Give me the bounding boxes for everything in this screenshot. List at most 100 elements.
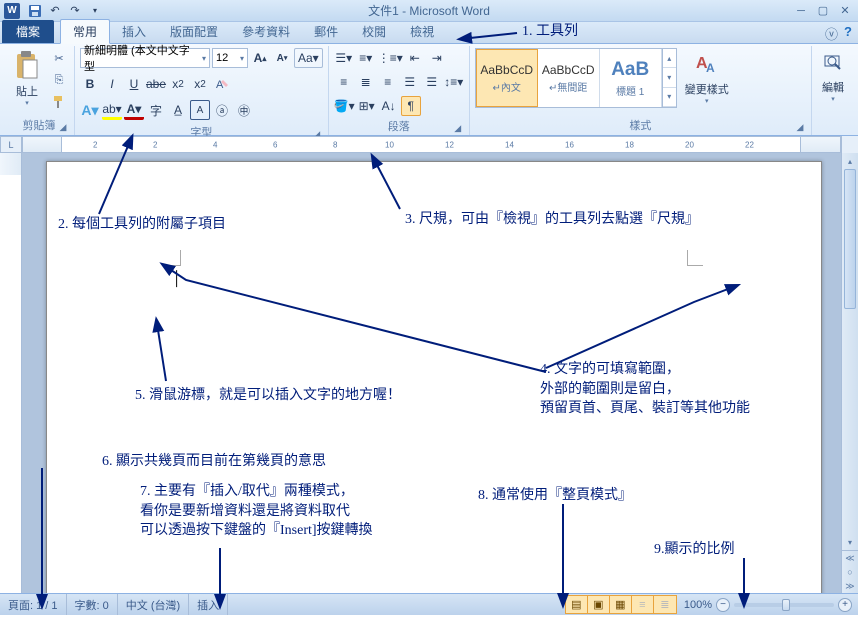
scroll-thumb[interactable] (844, 169, 856, 309)
sort-button[interactable]: A↓ (379, 96, 399, 116)
zoom-thumb[interactable] (782, 599, 790, 611)
line-spacing-button[interactable]: ↕≡▾ (444, 72, 464, 92)
status-words[interactable]: 字數: 0 (67, 594, 118, 615)
horizontal-ruler[interactable]: 22 46 810 1214 1618 2022 (22, 136, 841, 153)
text-effects-button[interactable]: A▾ (80, 100, 100, 120)
change-case-button[interactable]: Aa▾ (294, 48, 323, 68)
circle-char-button[interactable]: ㊥ (234, 100, 254, 120)
paste-button[interactable]: 貼上 ▾ (9, 48, 45, 109)
browse-object-icon[interactable]: ○ (842, 565, 858, 579)
align-center-button[interactable]: ≣ (356, 72, 376, 92)
styles-launcher-icon[interactable]: ◢ (794, 122, 806, 134)
tab-layout[interactable]: 版面配置 (158, 20, 230, 43)
status-language[interactable]: 中文 (台灣) (118, 594, 189, 615)
web-view-button[interactable]: ▦ (610, 596, 632, 614)
bold-button[interactable]: B (80, 74, 100, 94)
zoom-slider[interactable] (734, 603, 834, 607)
next-page-icon[interactable]: ≫ (842, 579, 858, 593)
strikethrough-button[interactable]: abe (146, 74, 166, 94)
file-tab[interactable]: 檔案 (2, 20, 54, 43)
zoom-controls: 100% − + (678, 594, 858, 615)
tab-insert[interactable]: 插入 (110, 20, 158, 43)
ruler-row: L 22 46 810 1214 1618 2022 (0, 136, 858, 153)
help-icon[interactable]: ? (844, 24, 852, 43)
multilevel-button[interactable]: ⋮≡▾ (378, 48, 403, 68)
superscript-button[interactable]: x2 (190, 74, 210, 94)
tab-mailings[interactable]: 郵件 (302, 20, 350, 43)
grow-font-button[interactable]: A▴ (250, 48, 270, 68)
copy-button[interactable]: ⎘ (49, 70, 69, 90)
scroll-up-icon[interactable]: ▴ (842, 153, 858, 169)
increase-indent-button[interactable]: ⇥ (427, 48, 447, 68)
status-insert-mode[interactable]: 插入 (189, 594, 228, 615)
highlight-button[interactable]: ab▾ (102, 100, 122, 120)
ribbon-body: 貼上 ▾ ✂ ⎘ 剪貼簿◢ 新細明體 (本文中文字型▾ 12▾ A▴ A▾ Aa… (0, 44, 858, 136)
tab-review[interactable]: 校閱 (350, 20, 398, 43)
outline-view-button[interactable]: ≡ (632, 596, 654, 614)
char-shading-button[interactable]: 字 (146, 100, 166, 120)
enclose-char-button[interactable]: A̲ (168, 100, 188, 120)
align-right-button[interactable]: ≡ (378, 72, 398, 92)
cut-button[interactable]: ✂ (49, 48, 69, 68)
scroll-down-icon[interactable]: ▾ (842, 534, 858, 550)
justify-button[interactable]: ☰ (400, 72, 420, 92)
page[interactable]: │ (46, 161, 822, 593)
draft-view-button[interactable]: ≣ (654, 596, 676, 614)
style-item-normal[interactable]: AaBbCcD ↵內文 (476, 49, 538, 107)
shading-button[interactable]: 🪣▾ (334, 96, 355, 116)
ruler-corner[interactable]: L (0, 136, 22, 153)
tab-references[interactable]: 參考資料 (230, 20, 302, 43)
zoom-in-button[interactable]: + (838, 598, 852, 612)
print-layout-view-button[interactable]: ▤ (566, 596, 588, 614)
status-spacer (228, 594, 564, 615)
numbering-button[interactable]: ≡▾ (356, 48, 376, 68)
svg-text:A: A (706, 61, 715, 75)
borders-button[interactable]: ⊞▾ (357, 96, 377, 116)
vertical-ruler[interactable] (0, 153, 22, 593)
vertical-scrollbar[interactable]: ▴ ▾ ≪ ○ ≫ (841, 153, 858, 593)
font-color-button[interactable]: A▾ (124, 100, 144, 120)
tab-home[interactable]: 常用 (60, 19, 110, 44)
clipboard-launcher-icon[interactable]: ◢ (57, 122, 69, 134)
zoom-out-button[interactable]: − (716, 598, 730, 612)
font-name-combo[interactable]: 新細明體 (本文中文字型▾ (80, 48, 210, 68)
paragraph-launcher-icon[interactable]: ◢ (452, 123, 464, 135)
subscript-button[interactable]: x2 (168, 74, 188, 94)
style-item-heading1[interactable]: AaB 標題 1 (600, 49, 662, 107)
style-preview: AaBbCcD (480, 63, 533, 77)
zoom-percent[interactable]: 100% (684, 599, 712, 611)
paste-label: 貼上 (16, 83, 38, 99)
show-marks-button[interactable]: ¶ (401, 96, 421, 116)
margin-mark-top-right (687, 250, 703, 266)
styles-group-label: 樣式◢ (475, 115, 806, 135)
fullscreen-view-button[interactable]: ▣ (588, 596, 610, 614)
gallery-up-icon[interactable]: ▴ (663, 49, 676, 68)
distribute-button[interactable]: ☰ (422, 72, 442, 92)
style-item-nospacing[interactable]: AaBbCcD ↵無間距 (538, 49, 600, 107)
ruler-toggle-icon[interactable] (841, 136, 858, 153)
format-painter-button[interactable] (49, 92, 69, 112)
gallery-down-icon[interactable]: ▾ (663, 68, 676, 87)
prev-page-icon[interactable]: ≪ (842, 551, 858, 565)
gallery-more-icon[interactable]: ▾ (663, 88, 676, 107)
clear-format-button[interactable]: A (212, 74, 232, 94)
bullets-button[interactable]: ☰▾ (334, 48, 354, 68)
phonetic-button[interactable]: ⓐ (212, 100, 232, 120)
editing-button[interactable]: 編輯 ▾ (817, 48, 849, 105)
decrease-indent-button[interactable]: ⇤ (405, 48, 425, 68)
clipboard-group-label: 剪貼簿◢ (9, 115, 69, 135)
document-viewport[interactable]: │ (22, 153, 841, 593)
underline-button[interactable]: U (124, 74, 144, 94)
window-title: 文件1 - Microsoft Word (0, 2, 858, 19)
font-size-combo[interactable]: 12▾ (212, 48, 248, 68)
char-border-button[interactable]: A (190, 100, 210, 120)
shrink-font-button[interactable]: A▾ (272, 48, 292, 68)
italic-button[interactable]: I (102, 74, 122, 94)
ribbon-tabs: 檔案 常用 插入 版面配置 參考資料 郵件 校閱 檢視 ⓥ ? (0, 22, 858, 44)
status-page[interactable]: 頁面: 1 / 1 (0, 594, 67, 615)
align-left-button[interactable]: ≡ (334, 72, 354, 92)
ribbon-minimize-icon[interactable]: ⓥ (825, 24, 838, 43)
tab-view[interactable]: 檢視 (398, 20, 446, 43)
change-styles-button[interactable]: AA 變更樣式 ▾ (681, 48, 733, 107)
view-buttons: ▤ ▣ ▦ ≡ ≣ (565, 595, 677, 614)
